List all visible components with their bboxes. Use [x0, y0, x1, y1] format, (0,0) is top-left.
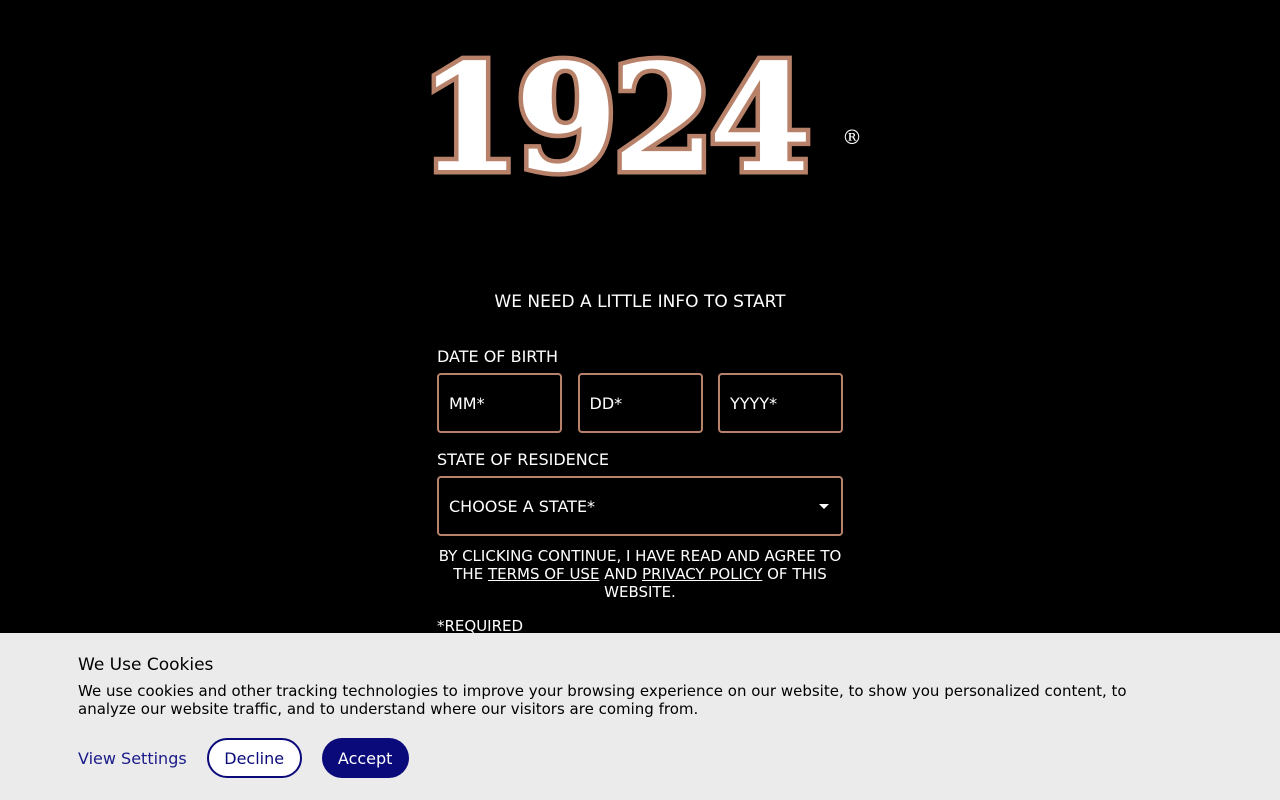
terms-of-use-link[interactable]: TERMS OF USE: [488, 565, 599, 583]
age-gate-form: DATE OF BIRTH STATE OF RESIDENCE CHOOSE …: [437, 346, 843, 635]
view-settings-button[interactable]: View Settings: [78, 749, 187, 768]
cookie-actions: View Settings Decline Accept: [78, 738, 409, 778]
cookie-title: We Use Cookies: [78, 655, 214, 675]
state-label: STATE OF RESIDENCE: [437, 450, 610, 469]
consent-and: AND: [599, 565, 643, 583]
dob-label: DATE OF BIRTH: [437, 347, 559, 366]
decline-button[interactable]: Decline: [206, 738, 302, 778]
registered-mark: ®: [842, 125, 862, 149]
logo-wordmark: 1924: [418, 44, 806, 204]
accept-button[interactable]: Accept: [321, 738, 409, 778]
state-select[interactable]: CHOOSE A STATE*: [437, 476, 843, 536]
chevron-down-icon: [819, 503, 829, 509]
cookie-banner: We Use Cookies We use cookies and other …: [0, 633, 1280, 800]
day-input[interactable]: [577, 373, 703, 433]
brand-logo: 1924 ®: [418, 44, 868, 204]
consent-text: BY CLICKING CONTINUE, I HAVE READ AND AG…: [437, 547, 843, 601]
form-heading: WE NEED A LITTLE INFO TO START: [494, 292, 786, 312]
age-gate-page: 1924 ® WE NEED A LITTLE INFO TO START DA…: [0, 0, 1280, 800]
state-select-value: CHOOSE A STATE*: [449, 496, 596, 516]
privacy-policy-link[interactable]: PRIVACY POLICY: [642, 565, 762, 583]
month-input[interactable]: [437, 373, 562, 433]
year-input[interactable]: [718, 373, 843, 433]
cookie-description: We use cookies and other tracking techno…: [78, 682, 1127, 718]
dob-row: [437, 373, 843, 433]
